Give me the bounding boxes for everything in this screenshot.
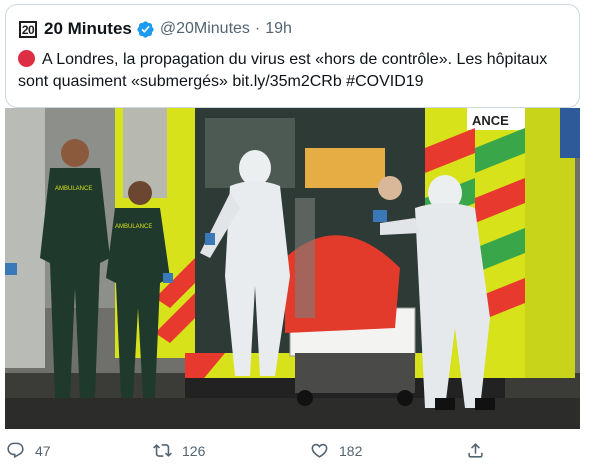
tweet-text: A Londres, la propagation du virus est «…: [18, 49, 570, 93]
tweet-header: 20 20 Minutes @20Minutes · 19h: [18, 17, 292, 41]
handle[interactable]: @20Minutes: [160, 20, 250, 38]
reply-button[interactable]: 47: [6, 441, 51, 460]
reply-icon: [7, 442, 24, 459]
retweet-icon: [153, 444, 172, 457]
uniform-badge-1: AMBULANCE: [55, 186, 92, 192]
verified-badge-icon: [137, 20, 154, 38]
reply-count: 47: [35, 442, 51, 459]
uniform-badge-2: AMBULANCE: [115, 224, 152, 230]
avatar-logo: 20: [18, 20, 38, 38]
tweet-photo[interactable]: ANCE AMBULANCE AMBULANCE: [5, 108, 580, 429]
separator-dot: ·: [254, 20, 261, 37]
tweet-card[interactable]: 20 20 Minutes @20Minutes · 19h A Londres…: [5, 4, 580, 108]
avatar[interactable]: 20: [18, 19, 38, 39]
retweet-button[interactable]: 126: [153, 441, 205, 460]
tweet-link[interactable]: bit.ly/35m2CRb: [232, 73, 341, 90]
photo-illustration: ANCE AMBULANCE AMBULANCE: [5, 108, 580, 429]
red-circle-icon: [18, 50, 35, 67]
ambulance-label: ANCE: [472, 113, 509, 128]
hashtag-link[interactable]: #COVID19: [346, 73, 423, 90]
like-count: 182: [339, 442, 363, 459]
retweet-count: 126: [182, 442, 206, 459]
share-icon: [468, 443, 483, 458]
action-bar: 47 126 182: [0, 437, 610, 467]
display-name[interactable]: 20 Minutes: [44, 19, 132, 39]
share-button[interactable]: [466, 441, 495, 460]
heart-icon: [311, 443, 328, 458]
timestamp[interactable]: 19h: [265, 20, 292, 38]
like-button[interactable]: 182: [310, 441, 362, 460]
